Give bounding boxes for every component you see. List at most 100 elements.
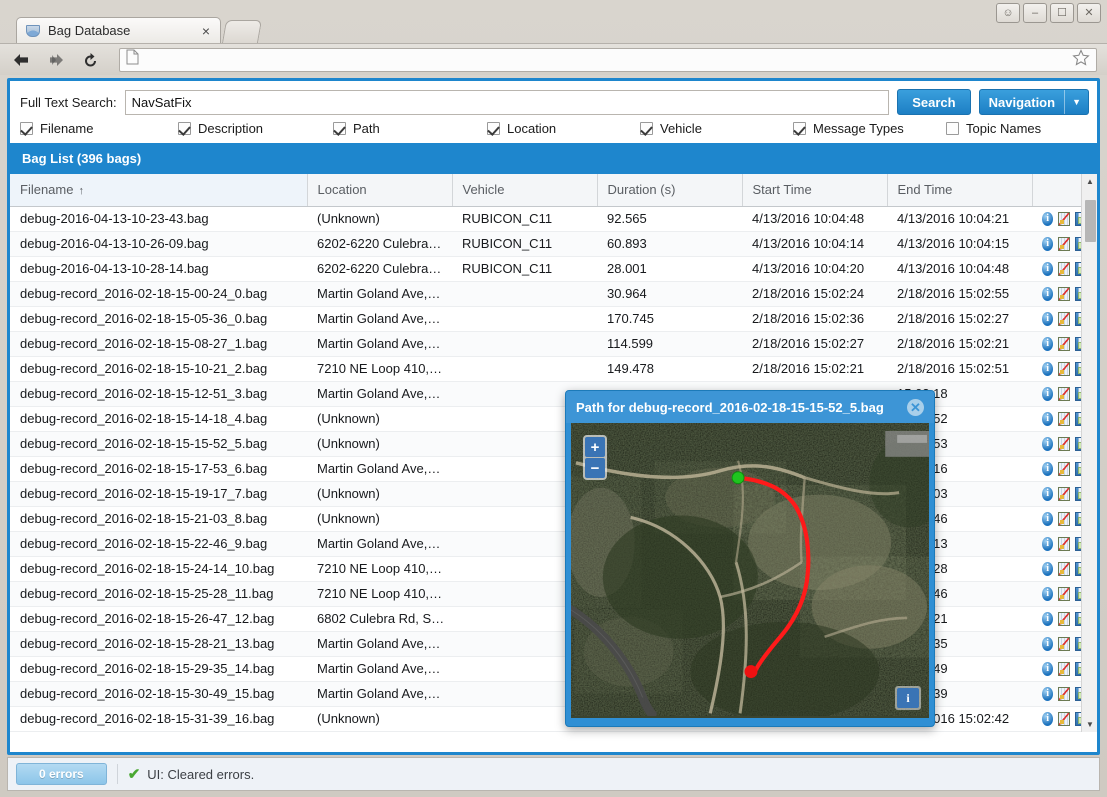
info-icon[interactable]: i (1042, 486, 1054, 501)
info-icon[interactable]: i (1042, 386, 1054, 401)
zoom-out-button[interactable]: − (585, 458, 605, 478)
filter-checkbox-message-types[interactable]: Message Types (793, 121, 904, 136)
chart-icon[interactable] (1058, 261, 1070, 276)
navigation-button[interactable]: Navigation ▼ (978, 89, 1089, 115)
filter-checkbox-topic-names[interactable]: Topic Names (946, 121, 1041, 136)
chart-icon[interactable] (1058, 436, 1070, 451)
info-icon[interactable]: i (1042, 236, 1054, 251)
checkbox-box[interactable] (178, 122, 191, 135)
info-icon[interactable]: i (1042, 461, 1054, 476)
chart-icon[interactable] (1058, 586, 1070, 601)
info-icon[interactable]: i (1042, 411, 1054, 426)
chart-icon[interactable] (1058, 511, 1070, 526)
table-row[interactable]: debug-record_2016-02-18-15-00-24_0.bag Ma… (10, 281, 1097, 307)
cell-filename: debug-record_2016-02-18-15-26-47_12.bag (10, 606, 307, 632)
info-icon[interactable]: i (1042, 586, 1054, 601)
chart-icon[interactable] (1058, 561, 1070, 576)
chevron-down-icon[interactable]: ▼ (1064, 90, 1088, 114)
table-row[interactable]: debug-2016-04-13-10-26-09.bag 6202-6220 C… (10, 231, 1097, 257)
info-icon[interactable]: i (1042, 661, 1054, 676)
info-icon[interactable]: i (1042, 361, 1054, 376)
table-row[interactable]: debug-2016-04-13-10-28-14.bag 6202-6220 C… (10, 256, 1097, 282)
info-icon[interactable]: i (1042, 561, 1054, 576)
chart-icon[interactable] (1058, 661, 1070, 676)
info-icon[interactable]: i (1042, 686, 1054, 701)
cell-location: (Unknown) (307, 506, 452, 532)
back-icon[interactable] (10, 49, 32, 71)
column-header-vehicle[interactable]: Vehicle (452, 174, 598, 207)
column-header-start-time[interactable]: Start Time (742, 174, 888, 207)
chart-icon[interactable] (1058, 461, 1070, 476)
checkbox-box[interactable] (20, 122, 33, 135)
info-icon[interactable]: i (1042, 536, 1054, 551)
chart-icon[interactable] (1058, 236, 1070, 251)
filter-checkbox-filename[interactable]: Filename (20, 121, 93, 136)
tab-close-icon[interactable]: × (202, 23, 210, 39)
table-row[interactable]: debug-record_2016-02-18-15-08-27_1.bag Ma… (10, 331, 1097, 357)
chart-icon[interactable] (1058, 211, 1070, 226)
table-row[interactable]: debug-record_2016-02-18-15-10-21_2.bag 72… (10, 356, 1097, 382)
info-icon[interactable]: i (1042, 261, 1054, 276)
chart-icon[interactable] (1058, 536, 1070, 551)
bag-list-header: Bag List (396 bags) (10, 143, 1097, 174)
checkbox-box[interactable] (333, 122, 346, 135)
address-bar[interactable] (119, 47, 1097, 72)
info-icon[interactable]: i (1042, 211, 1054, 226)
filter-checkbox-location[interactable]: Location (487, 121, 556, 136)
info-icon[interactable]: i (1042, 311, 1054, 326)
chart-icon[interactable] (1058, 336, 1070, 351)
chart-icon[interactable] (1058, 386, 1070, 401)
checkbox-box[interactable] (487, 122, 500, 135)
chart-icon[interactable] (1058, 286, 1070, 301)
column-header-end-time[interactable]: End Time (887, 174, 1033, 207)
checkbox-box[interactable] (793, 122, 806, 135)
search-button[interactable]: Search (897, 89, 971, 115)
filter-checkbox-vehicle[interactable]: Vehicle (640, 121, 702, 136)
column-header-location[interactable]: Location (307, 174, 453, 207)
column-header-filename[interactable]: Filename ↑ (10, 174, 308, 207)
filter-checkbox-description[interactable]: Description (178, 121, 263, 136)
chart-icon[interactable] (1058, 361, 1070, 376)
new-tab-button[interactable] (221, 20, 263, 43)
chart-icon[interactable] (1058, 311, 1070, 326)
table-vertical-scrollbar[interactable]: ▲ ▼ (1081, 174, 1097, 732)
table-row[interactable]: debug-2016-04-13-10-23-43.bag (Unknown) RU… (10, 206, 1097, 232)
chart-icon[interactable] (1058, 486, 1070, 501)
info-icon[interactable]: i (1042, 611, 1054, 626)
chart-icon[interactable] (1058, 611, 1070, 626)
search-input[interactable] (124, 89, 890, 115)
close-icon[interactable]: ✕ (907, 398, 924, 416)
checkbox-box[interactable] (946, 122, 959, 135)
cell-location: Martin Goland Ave,… (307, 281, 452, 307)
chart-icon[interactable] (1058, 711, 1070, 726)
chart-icon[interactable] (1058, 636, 1070, 651)
map-container[interactable]: + − i (571, 423, 929, 718)
info-icon[interactable]: i (1042, 511, 1054, 526)
tab-bag-database[interactable]: Bag Database × (16, 17, 221, 43)
info-icon[interactable]: i (1042, 711, 1054, 726)
map-info-button[interactable]: i (895, 686, 921, 710)
errors-button[interactable]: 0 errors (16, 763, 107, 785)
column-header-duration-s[interactable]: Duration (s) (597, 174, 743, 207)
forward-icon[interactable] (45, 49, 67, 71)
scroll-up-icon[interactable]: ▲ (1082, 174, 1097, 189)
checkbox-box[interactable] (640, 122, 653, 135)
scrollbar-thumb[interactable] (1085, 200, 1096, 242)
filter-checkbox-path[interactable]: Path (333, 121, 380, 136)
path-dialog[interactable]: Path for debug-record_2016-02-18-15-15-5… (565, 390, 935, 727)
reload-icon[interactable] (80, 49, 102, 71)
map-zoom-controls[interactable]: + − (583, 435, 607, 480)
chart-icon[interactable] (1058, 686, 1070, 701)
info-icon[interactable]: i (1042, 436, 1054, 451)
table-row[interactable]: debug-record_2016-02-18-15-05-36_0.bag Ma… (10, 306, 1097, 332)
info-icon[interactable]: i (1042, 286, 1054, 301)
chart-icon[interactable] (1058, 411, 1070, 426)
info-icon[interactable]: i (1042, 636, 1054, 651)
info-icon[interactable]: i (1042, 336, 1054, 351)
cell-vehicle: RUBICON_C11 (452, 206, 597, 232)
bookmark-star-icon[interactable] (1072, 48, 1090, 71)
cell-vehicle: RUBICON_C11 (452, 231, 597, 257)
satellite-map[interactable] (571, 423, 929, 717)
zoom-in-button[interactable]: + (585, 437, 605, 457)
scroll-down-icon[interactable]: ▼ (1082, 717, 1097, 732)
